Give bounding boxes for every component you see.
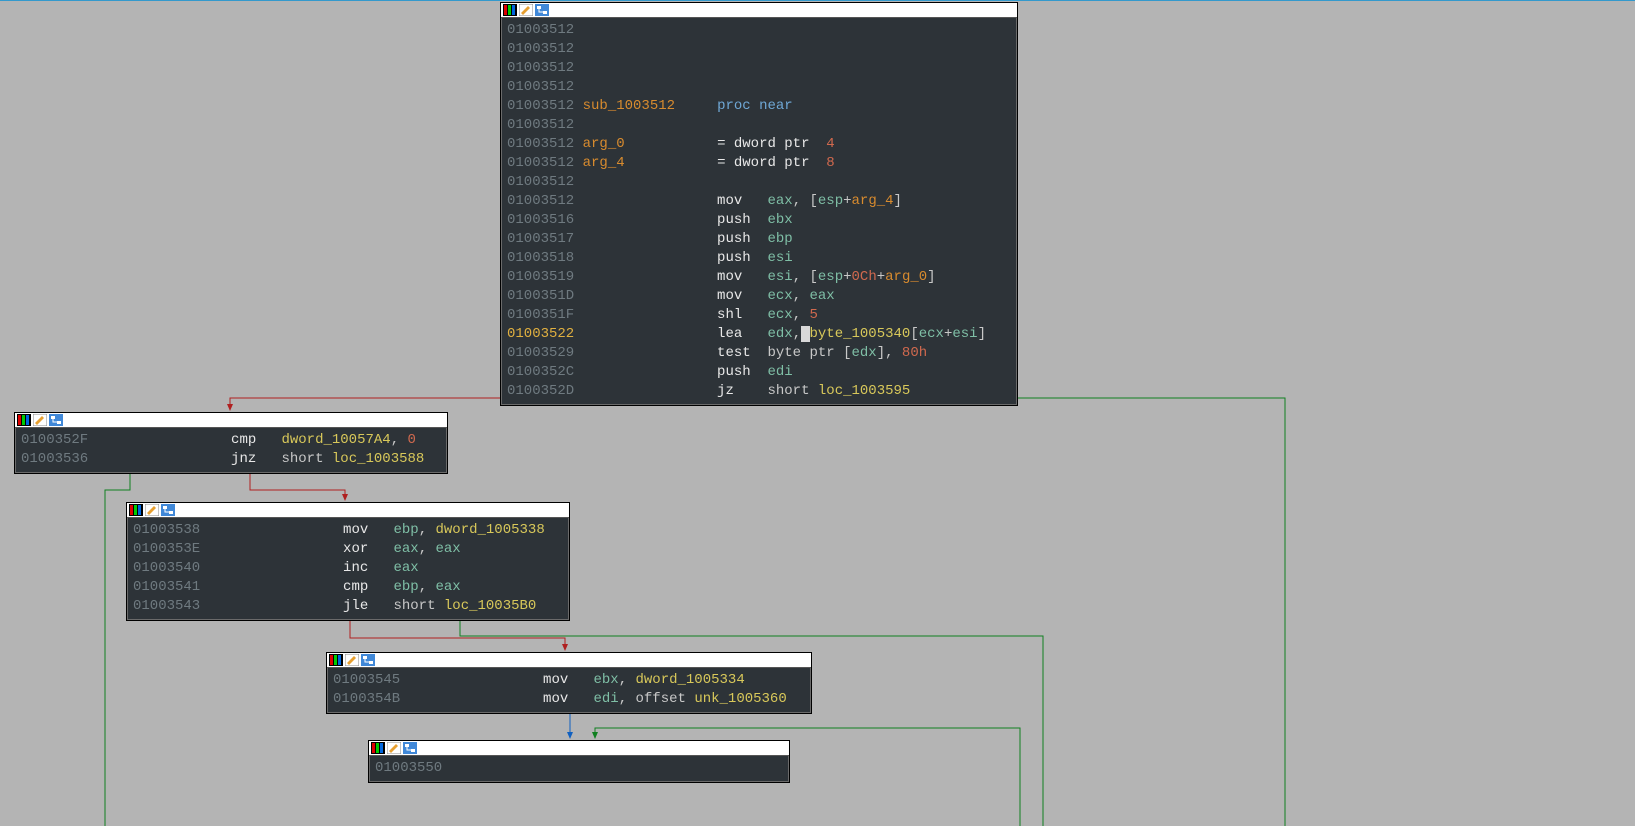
- node-titlebar[interactable]: [327, 653, 811, 668]
- edit-icon: [519, 4, 533, 16]
- flow-icon: [403, 742, 417, 754]
- color-icon: [503, 4, 517, 16]
- graph-node-01003538[interactable]: 01003538 mov ebp, dword_1005338 0100353E…: [126, 502, 570, 621]
- flow-icon: [361, 654, 375, 666]
- color-icon: [329, 654, 343, 666]
- node-titlebar[interactable]: [501, 3, 1017, 18]
- color-icon: [129, 504, 143, 516]
- edit-icon: [345, 654, 359, 666]
- disassembly-body[interactable]: 01003538 mov ebp, dword_1005338 0100353E…: [127, 518, 569, 620]
- edit-icon: [145, 504, 159, 516]
- graph-node-sub_1003512[interactable]: 01003512 01003512 01003512 01003512 0100…: [500, 2, 1018, 406]
- node-titlebar[interactable]: [369, 741, 789, 756]
- disassembly-body[interactable]: 01003550: [369, 756, 789, 782]
- graph-node-01003545[interactable]: 01003545 mov ebx, dword_1005334 0100354B…: [326, 652, 812, 714]
- color-icon: [371, 742, 385, 754]
- edit-icon: [33, 414, 47, 426]
- flow-icon: [161, 504, 175, 516]
- graph-canvas[interactable]: 01003512 01003512 01003512 01003512 0100…: [0, 0, 1635, 826]
- disassembly-body[interactable]: 01003512 01003512 01003512 01003512 0100…: [501, 18, 1017, 405]
- flow-icon: [49, 414, 63, 426]
- disassembly-body[interactable]: 0100352F cmp dword_10057A4, 0 01003536 j…: [15, 428, 447, 473]
- color-icon: [17, 414, 31, 426]
- node-titlebar[interactable]: [127, 503, 569, 518]
- flow-icon: [535, 4, 549, 16]
- window-top-border: [0, 0, 1635, 1]
- graph-node-01003550[interactable]: 01003550: [368, 740, 790, 783]
- graph-node-0100352F[interactable]: 0100352F cmp dword_10057A4, 0 01003536 j…: [14, 412, 448, 474]
- edit-icon: [387, 742, 401, 754]
- disassembly-body[interactable]: 01003545 mov ebx, dword_1005334 0100354B…: [327, 668, 811, 713]
- node-titlebar[interactable]: [15, 413, 447, 428]
